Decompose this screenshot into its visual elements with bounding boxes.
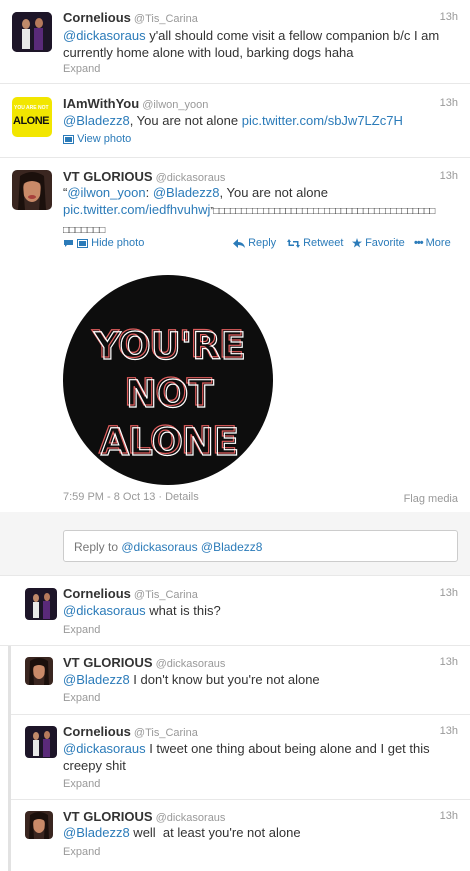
author-name[interactable]: Cornelious	[63, 586, 131, 601]
conversation-reply[interactable]: VT GLORIOUS @dickasoraus 13h @Bladezz8 we…	[11, 800, 470, 871]
reply-button[interactable]: Reply	[233, 237, 276, 249]
author-name[interactable]: VT GLORIOUS	[63, 809, 153, 824]
mention-link[interactable]: @Bladezz8	[63, 825, 130, 840]
more-button[interactable]: ••• More	[414, 237, 451, 249]
media-image[interactable]: YOU'RE YOU'RE NOT NOT ALONE ALONE	[63, 275, 273, 485]
tweet-text: @dickasoraus what is this?	[63, 603, 221, 618]
avatar[interactable]: YOU ARE NOT ALONE	[12, 97, 52, 137]
photo-icon	[77, 238, 89, 248]
flag-media-link[interactable]: Flag media	[404, 493, 458, 505]
conversation-reply[interactable]: Cornelious @Tis_Carina 13h @dickasoraus w…	[0, 577, 470, 646]
tweet-text: @dickasoraus I tweet one thing about bei…	[63, 741, 430, 773]
avatar-photo	[25, 726, 57, 758]
author-handle[interactable]: @Tis_Carina	[134, 727, 198, 739]
media-text-graphic: YOU'RE YOU'RE NOT NOT ALONE ALONE	[90, 322, 246, 464]
mention-link[interactable]: @Bladezz8	[63, 672, 130, 687]
mention-link[interactable]: @Bladezz8	[63, 113, 130, 128]
expand-link[interactable]: Expand	[63, 624, 100, 636]
reply-input[interactable]: Reply to @dickasoraus @Bladezz8	[63, 530, 458, 562]
tweet-text: @Bladezz8 I don't know but you're not al…	[63, 672, 320, 687]
author-name[interactable]: IAmWithYou	[63, 96, 139, 111]
mention-link[interactable]: @dickasoraus	[63, 603, 146, 618]
tweet-time[interactable]: 13h	[440, 656, 458, 668]
favorite-button[interactable]: Favorite	[352, 237, 405, 249]
author-name[interactable]: Cornelious	[63, 724, 131, 739]
avatar-photo	[25, 657, 53, 685]
expand-link[interactable]: Expand	[63, 63, 100, 75]
mention-link[interactable]: @ilwon_yoon	[67, 185, 145, 200]
tweet-cornelious[interactable]: Cornelious @Tis_Carina 13h @dickasoraus y…	[0, 0, 470, 84]
avatar[interactable]	[12, 170, 52, 210]
tweet-time[interactable]: 13h	[440, 725, 458, 737]
media-line-2-shadow: NOT	[126, 373, 214, 416]
avatar-photo	[25, 811, 53, 839]
details-link[interactable]: Details	[165, 491, 199, 503]
timestamp[interactable]: 7:59 PM - 8 Oct 13	[63, 491, 155, 503]
expand-link[interactable]: Expand	[63, 692, 100, 704]
tweet-time[interactable]: 13h	[440, 11, 458, 23]
tweet-iamwithyou[interactable]: YOU ARE NOT ALONE IAmWithYou @ilwon_yoon …	[0, 84, 470, 158]
author-handle[interactable]: @dickasoraus	[156, 172, 226, 184]
tweet-actions: Hide photo Reply Retweet Favorite ••• Mo…	[63, 237, 458, 251]
avatar-photo	[12, 170, 52, 210]
pic-link[interactable]: pic.twitter.com/iedfhvuhwj	[63, 202, 210, 217]
author-name[interactable]: Cornelious	[63, 10, 131, 25]
avatar-photo	[12, 12, 52, 52]
author-handle[interactable]: @ilwon_yoon	[142, 99, 208, 111]
photo-icon	[63, 134, 74, 144]
view-photo-link[interactable]: View photo	[63, 133, 131, 145]
conversation-reply[interactable]: VT GLORIOUS @dickasoraus 13h @Bladezz8 I …	[11, 646, 470, 715]
author-handle[interactable]: @dickasoraus	[156, 658, 226, 670]
reply-arrow-icon	[233, 238, 245, 248]
author-name[interactable]: VT GLORIOUS	[63, 169, 153, 184]
media-line-3-shadow: ALONE	[101, 421, 240, 464]
star-icon	[352, 238, 362, 248]
tweet-text: @Bladezz8, You are not alone pic.twitter…	[63, 113, 403, 128]
tweet-time[interactable]: 13h	[440, 170, 458, 182]
speech-bubble-icon	[64, 239, 73, 247]
author-handle[interactable]: @Tis_Carina	[134, 589, 198, 601]
expand-link[interactable]: Expand	[63, 846, 100, 858]
pic-link[interactable]: pic.twitter.com/sbJw7LZc7H	[242, 113, 403, 128]
avatar[interactable]	[25, 588, 57, 620]
retweet-button[interactable]: Retweet	[287, 237, 343, 249]
author-handle[interactable]: @dickasoraus	[156, 812, 226, 824]
tweet-text: @dickasoraus y'all should come visit a f…	[63, 28, 440, 60]
tweet-text: @Bladezz8 well at least you're not alone	[63, 825, 301, 840]
tweet-time[interactable]: 13h	[440, 810, 458, 822]
avatar-text-top: YOU ARE NOT	[14, 105, 49, 111]
mention-link[interactable]: @Bladezz8	[153, 185, 220, 200]
hide-photo-link[interactable]: Hide photo	[63, 237, 144, 249]
mention-link[interactable]: @dickasoraus	[63, 741, 146, 756]
expand-link[interactable]: Expand	[63, 778, 100, 790]
avatar[interactable]	[12, 12, 52, 52]
tweet-time[interactable]: 13h	[440, 587, 458, 599]
tweet-meta: 7:59 PM - 8 Oct 13 · Details	[63, 491, 199, 503]
avatar-text-bottom: ALONE	[13, 115, 50, 127]
avatar[interactable]	[25, 811, 53, 839]
avatar[interactable]	[25, 657, 53, 685]
avatar-photo	[25, 588, 57, 620]
media-line-1-shadow: YOU'RE	[93, 325, 246, 368]
retweet-icon	[287, 238, 300, 248]
tweet-text: “@ilwon_yoon: @Bladezz8, You are not alo…	[63, 185, 435, 236]
tweet-time[interactable]: 13h	[440, 97, 458, 109]
mention-link[interactable]: @dickasoraus	[63, 28, 146, 43]
author-handle[interactable]: @Tis_Carina	[134, 13, 198, 25]
more-dots-icon: •••	[414, 237, 424, 249]
author-name[interactable]: VT GLORIOUS	[63, 655, 153, 670]
avatar[interactable]	[25, 726, 57, 758]
conversation-reply[interactable]: Cornelious @Tis_Carina 13h @dickasoraus I…	[11, 715, 470, 800]
